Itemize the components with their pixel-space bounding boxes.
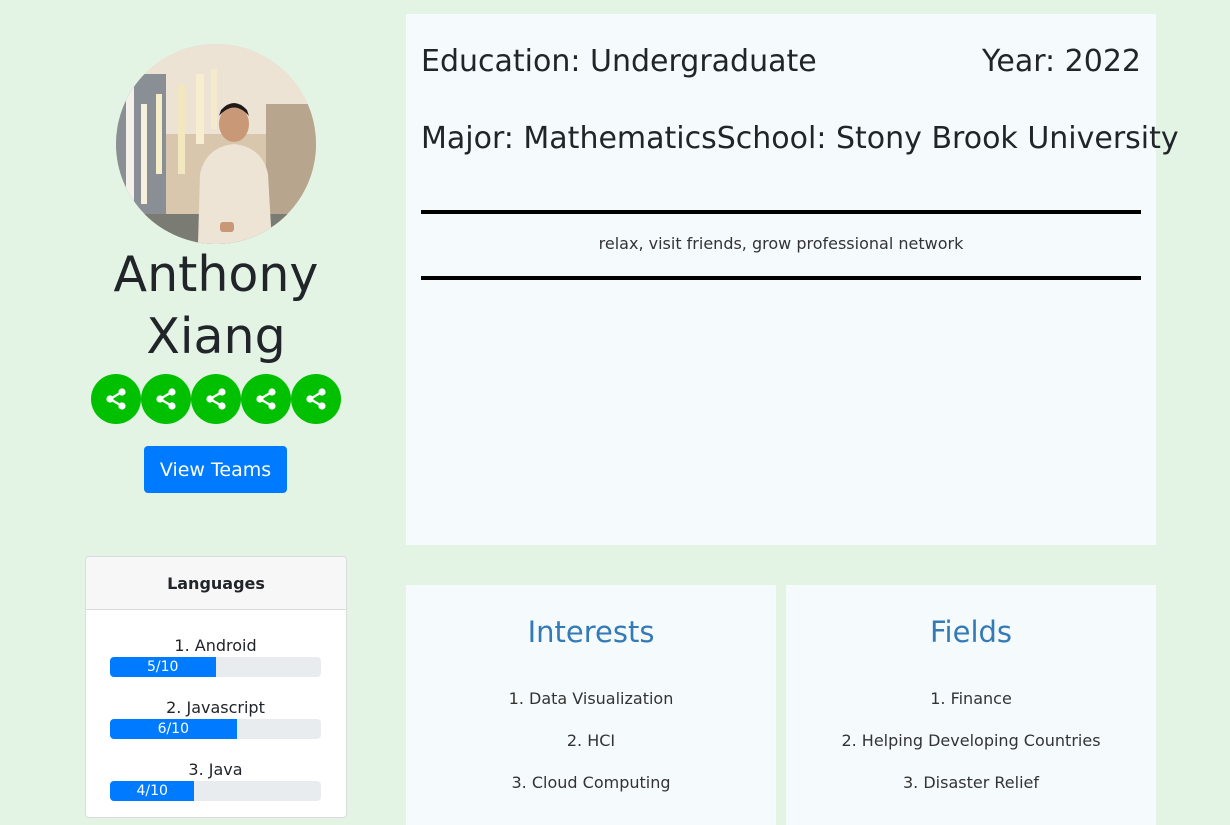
language-progress-track: 5/10 xyxy=(110,657,321,677)
motto-text: relax, visit friends, grow professional … xyxy=(598,234,964,253)
info-row-education: Education: Undergraduate Year: 2022 xyxy=(421,44,1141,79)
language-progress-bar: 6/10 xyxy=(110,719,237,739)
social-share-button-1[interactable] xyxy=(91,374,141,424)
languages-card: Languages 1. Android 5/10 2. Javascript … xyxy=(85,556,347,818)
interest-item: 3. Cloud Computing xyxy=(511,773,671,792)
field-item: 3. Disaster Relief xyxy=(903,773,1039,792)
fields-card: Fields 1. Finance 2. Helping Developing … xyxy=(786,585,1156,825)
info-row-major: Major: Mathematics School: Stony Brook U… xyxy=(421,121,1179,156)
field-item: 2. Helping Developing Countries xyxy=(841,731,1101,750)
interests-card: Interests 1. Data Visualization 2. HCI 3… xyxy=(406,585,776,825)
interests-title: Interests xyxy=(527,615,655,649)
interest-item: 1. Data Visualization xyxy=(508,689,674,708)
social-share-button-3[interactable] xyxy=(191,374,241,424)
share-icon xyxy=(256,388,276,410)
profile-name: Anthony Xiang xyxy=(60,244,372,368)
profile-photo-icon xyxy=(116,44,316,244)
share-icon xyxy=(206,388,226,410)
divider xyxy=(421,210,1141,214)
language-progress-bar: 4/10 xyxy=(110,781,195,801)
school-text: School: Stony Brook University xyxy=(716,121,1179,156)
language-item: 3. Java 4/10 xyxy=(110,759,321,801)
info-card: Education: Undergraduate Year: 2022 Majo… xyxy=(406,14,1179,545)
share-icon xyxy=(106,388,126,410)
major-text: Major: Mathematics xyxy=(421,121,717,156)
divider xyxy=(421,276,1141,280)
share-icon xyxy=(306,388,326,410)
language-progress-bar: 5/10 xyxy=(110,657,216,677)
profile-first-name: Anthony xyxy=(113,246,319,303)
languages-title: Languages xyxy=(86,557,346,610)
language-progress-track: 4/10 xyxy=(110,781,321,801)
language-progress-track: 6/10 xyxy=(110,719,321,739)
year-text: Year: 2022 xyxy=(982,44,1141,79)
avatar xyxy=(116,44,316,244)
fields-title: Fields xyxy=(929,615,1013,649)
education-text: Education: Undergraduate xyxy=(421,44,817,79)
share-icon xyxy=(156,388,176,410)
language-item: 2. Javascript 6/10 xyxy=(110,697,321,739)
social-share-button-4[interactable] xyxy=(241,374,291,424)
social-share-button-5[interactable] xyxy=(291,374,341,424)
social-links xyxy=(91,374,341,424)
language-label: 2. Javascript xyxy=(166,698,265,717)
interest-item: 2. HCI xyxy=(566,731,616,750)
profile-last-name: Xiang xyxy=(146,308,286,365)
language-item: 1. Android 5/10 xyxy=(110,635,321,677)
language-label: 3. Java xyxy=(188,760,243,779)
social-share-button-2[interactable] xyxy=(141,374,191,424)
view-teams-button[interactable]: View Teams xyxy=(144,446,287,493)
language-label: 1. Android xyxy=(174,636,257,655)
field-item: 1. Finance xyxy=(930,689,1012,708)
